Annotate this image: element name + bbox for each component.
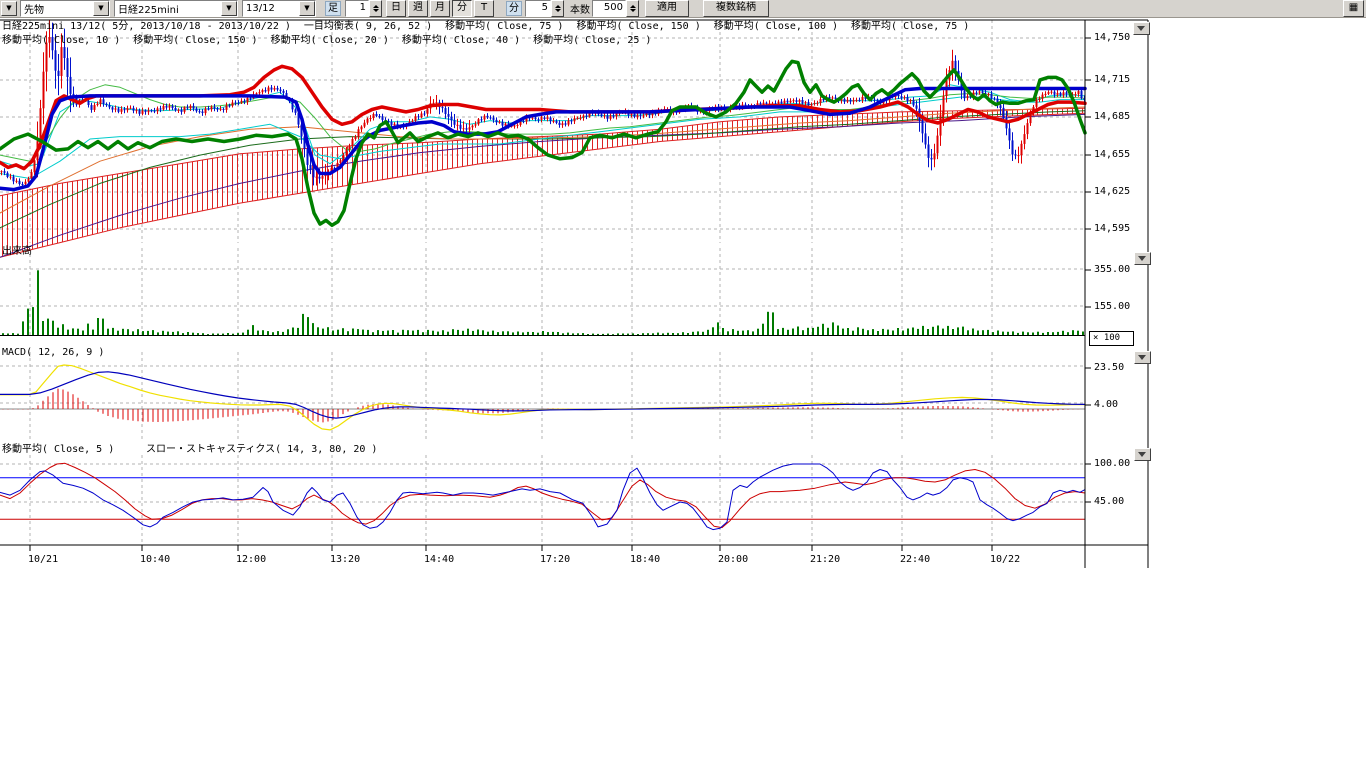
price-panel-menu-button[interactable] [1133, 22, 1150, 35]
bar-type-label: 足 [325, 1, 341, 16]
minute-spinner[interactable] [551, 0, 564, 17]
chart-type-dropdown-button[interactable]: ▼ [1, 1, 17, 16]
minute-input[interactable]: 5 [525, 0, 551, 17]
symbol-combobox[interactable]: 日経225mini ▼ [114, 0, 238, 17]
chevron-down-icon[interactable]: ▼ [221, 1, 237, 16]
chart-canvas[interactable] [0, 0, 1366, 768]
chevron-down-icon[interactable]: ▼ [299, 1, 315, 16]
bar-count-input[interactable]: 500 [592, 0, 626, 17]
period-week-button[interactable]: 週 [408, 0, 428, 17]
bar-count-spinner[interactable] [626, 0, 639, 17]
chevron-down-icon [1138, 256, 1146, 261]
period-day-button[interactable]: 日 [386, 0, 406, 17]
period-tick-button[interactable]: T [474, 0, 494, 17]
contract-month-combobox[interactable]: 13/12 ▼ [242, 0, 316, 17]
bar-count-label: 本数 [568, 1, 592, 16]
period-month-button[interactable]: 月 [430, 0, 450, 17]
period-minute-button[interactable]: 分 [452, 0, 472, 17]
toolbar: ▼ 先物 ▼ 日経225mini ▼ 13/12 ▼ 足 1 日 週 月 分 T… [0, 0, 1366, 18]
multi-symbol-button[interactable]: 複数銘柄 [703, 0, 769, 17]
symbol-type-value: 先物 [21, 1, 93, 16]
chevron-down-icon[interactable]: ▼ [93, 1, 109, 16]
symbol-type-combobox[interactable]: 先物 ▼ [20, 0, 110, 17]
symbol-value: 日経225mini [115, 1, 221, 16]
stoch-panel-menu-button[interactable] [1134, 448, 1151, 461]
minute-label: 分 [506, 1, 522, 16]
grid-layout-icon[interactable]: ▦ [1343, 0, 1364, 17]
contract-month-value: 13/12 [243, 3, 299, 14]
trading-app-window: { "toolbar": { "mini_dropdown": "▼", "sy… [0, 0, 1366, 768]
volume-panel-menu-button[interactable] [1134, 252, 1151, 265]
apply-button[interactable]: 適用 [645, 0, 689, 17]
interval-spinner[interactable] [369, 0, 382, 17]
chevron-down-icon [1138, 452, 1146, 457]
chevron-down-icon [1137, 26, 1145, 31]
macd-panel-menu-button[interactable] [1134, 351, 1151, 364]
chevron-down-icon [1138, 355, 1146, 360]
interval-input[interactable]: 1 [345, 0, 369, 17]
